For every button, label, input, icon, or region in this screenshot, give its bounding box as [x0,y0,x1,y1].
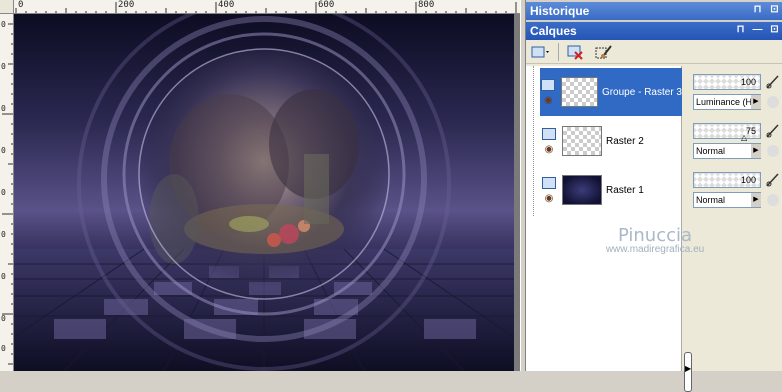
lock-icon[interactable] [767,145,779,157]
lock-icon[interactable] [767,194,779,206]
lock-icon[interactable] [767,96,779,108]
calques-panel: Calques ⊓ — ⊡ ◉ Groupe - Raster 3 ◉ Rast… [526,22,782,392]
new-layer-icon [531,46,549,57]
ruler-corner [0,0,14,14]
layer-props-row: 100 Normal ▶ [689,166,782,214]
image-canvas[interactable] [14,14,514,371]
historique-title: Historique [530,4,590,18]
ruler-left-label: 0 [1,104,6,113]
brush-icon[interactable] [765,123,781,139]
delete-layer-button[interactable] [565,42,587,62]
canvas-artwork [14,14,514,371]
ruler-left-label: 0 [1,20,6,29]
brush-icon [595,44,612,58]
historique-titlebar[interactable]: Historique ⊓ ⊡ [526,2,782,20]
ruler-left-label: 0 [1,272,6,281]
visibility-eye-icon[interactable]: ◉ [545,194,554,204]
layer-row-groupe-raster-3[interactable]: ◉ Groupe - Raster 3 [540,68,682,116]
layer-thumbnail [560,77,598,107]
pin-icon[interactable]: ⊓ [735,24,746,36]
layer-name: Groupe - Raster 3 [601,86,682,98]
layers-list: ◉ Groupe - Raster 3 ◉ Raster 2 ◉ Raster … [526,66,692,392]
layer-type-icon [541,79,556,91]
ruler-top-label: 400 [218,0,235,10]
ruler-left-label: 0 [1,314,6,323]
close-icon[interactable]: ⊡ [769,24,780,36]
layer-thumbnail [562,175,602,205]
layers-toolbar [526,40,782,64]
watermark: Pinuccia www.madiregrafica.eu [580,225,730,255]
chevron-right-icon[interactable]: ▶ [751,95,761,109]
ruler-top: 0 200 400 600 800 [14,0,520,14]
canvas-area: 0 200 400 600 800 0 0 0 0 0 0 0 0 0 [0,0,520,371]
ruler-left-label: 0 [1,146,6,155]
opacity-slider[interactable]: 75 [693,123,761,139]
layer-properties-button[interactable] [593,42,615,62]
layer-type-icon [542,177,556,189]
layer-name: Raster 2 [606,135,644,147]
toolbar-separator [558,42,559,61]
layer-props-row: 75 △ Normal ▶ [689,117,782,165]
opacity-slider[interactable]: 100 [693,74,761,90]
pin-icon[interactable]: ⊓ [752,4,763,16]
ruler-left-label: 0 [1,344,6,353]
layer-props-row: 100 Luminance (H) ▶ [689,68,782,116]
layer-thumbnail [562,126,602,156]
delete-layer-icon [567,45,583,60]
ruler-left-label: 0 [1,230,6,239]
tree-line [533,66,534,216]
layer-row-raster-2[interactable]: ◉ Raster 2 [540,117,682,165]
chevron-right-icon[interactable]: ▶ [751,144,761,158]
close-icon[interactable]: ⊡ [769,4,780,16]
visibility-eye-icon[interactable]: ◉ [545,145,554,155]
brush-icon[interactable] [765,172,781,188]
ruler-top-label: 600 [318,0,335,10]
watermark-url: www.madiregrafica.eu [605,244,705,255]
chevron-right-icon[interactable]: ▶ [751,193,761,207]
calques-title: Calques [530,24,577,38]
arrow-right-icon[interactable]: ▶ [685,364,691,373]
watermark-name: Pinuccia [617,225,693,246]
ruler-top-ticks [15,2,517,13]
calques-titlebar[interactable]: Calques ⊓ — ⊡ [526,22,782,40]
ruler-top-label: 800 [418,0,435,10]
brush-icon[interactable] [765,74,781,90]
new-layer-button[interactable] [530,42,552,62]
historique-panel: Historique ⊓ ⊡ [526,2,782,20]
layer-name: Raster 1 [606,184,644,196]
layer-type-icon [542,128,556,140]
ruler-top-label: 0 [18,0,24,10]
slider-marker-icon: △ [741,133,748,142]
layer-row-raster-1[interactable]: ◉ Raster 1 [540,166,682,214]
minimize-icon[interactable]: — [752,24,763,36]
visibility-eye-icon[interactable]: ◉ [544,96,553,106]
ruler-left-label: 0 [1,188,6,197]
opacity-slider[interactable]: 100 [693,172,761,188]
ruler-left-label: 0 [1,62,6,71]
ruler-left: 0 0 0 0 0 0 0 0 0 [0,14,14,371]
ruler-top-label: 200 [118,0,135,10]
